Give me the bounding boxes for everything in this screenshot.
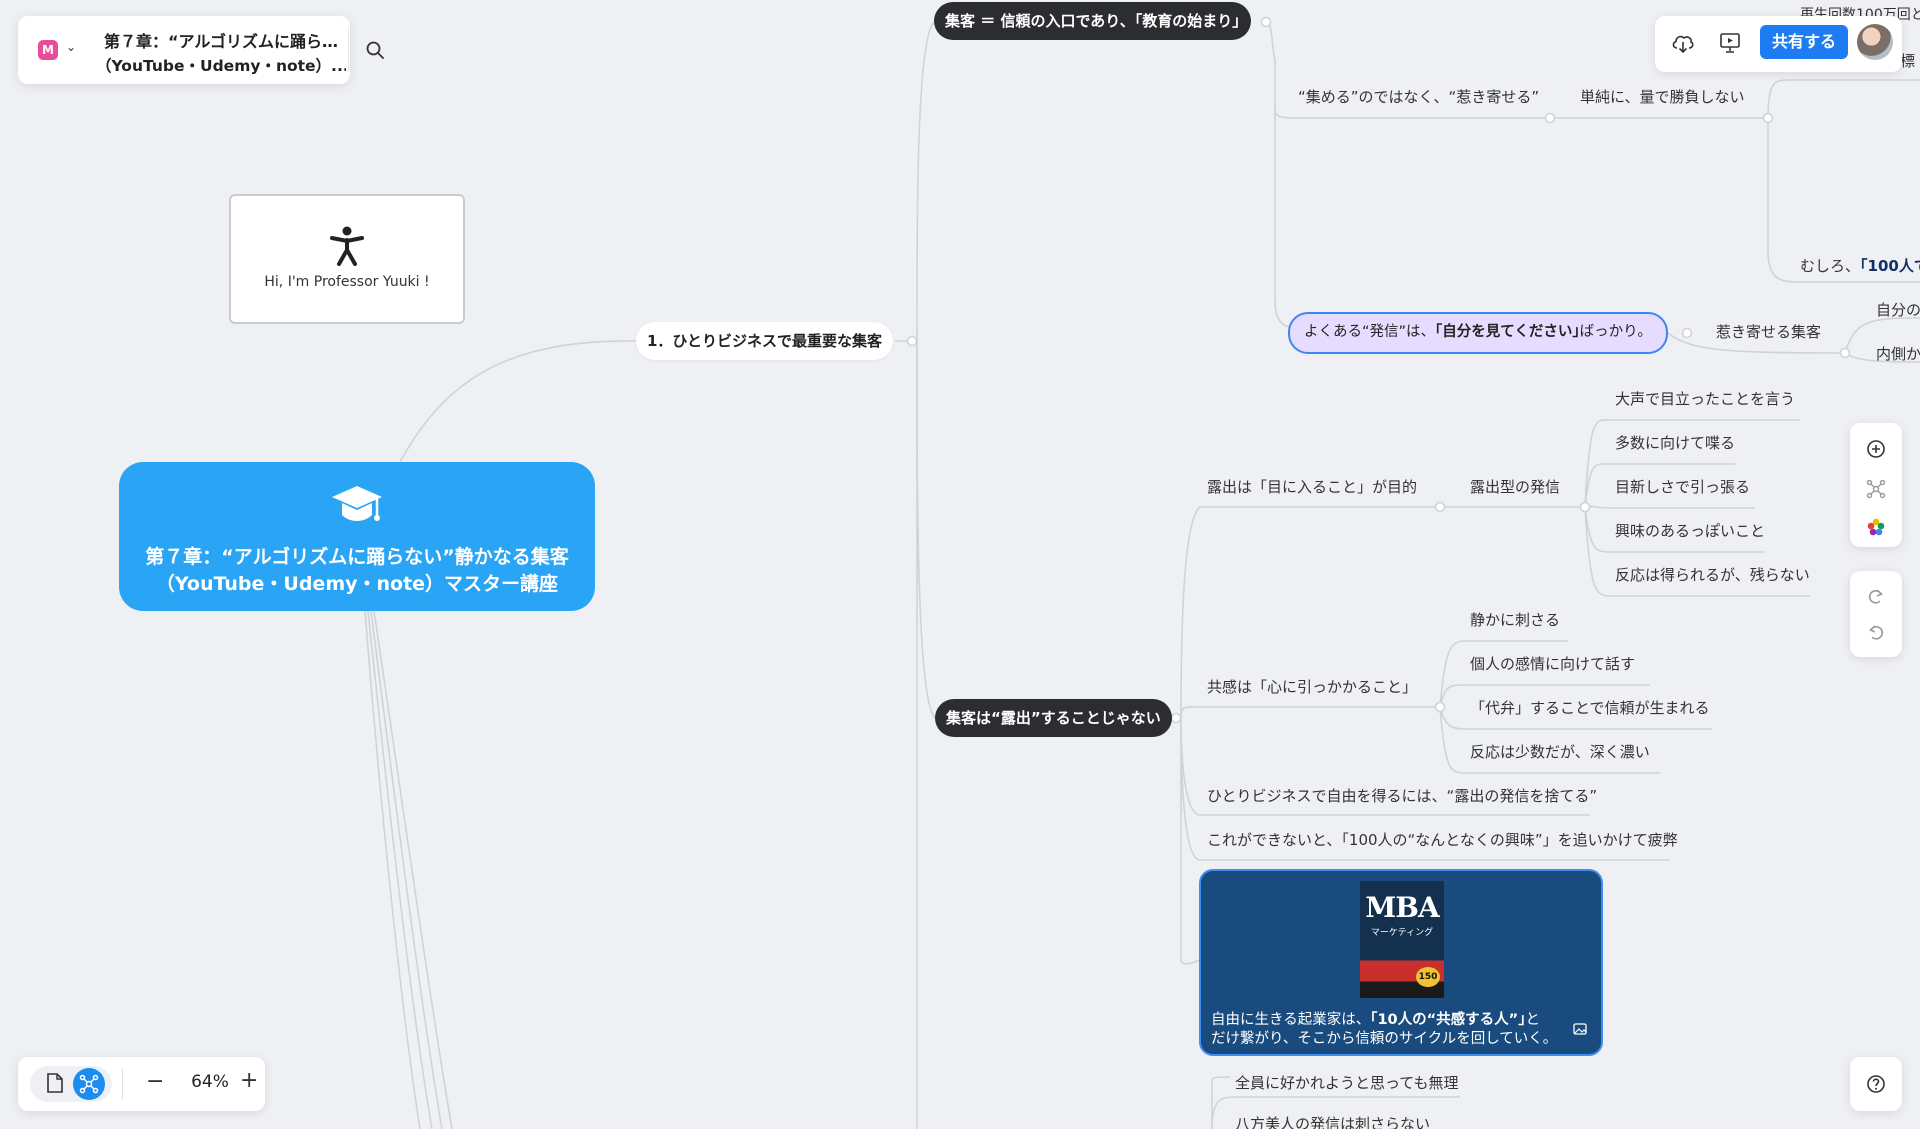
root-title-line2: （YouTube・Udemy・note）マスター講座 xyxy=(155,573,559,595)
professor-card-text: Hi, I'm Professor Yuuki ! xyxy=(264,274,430,290)
node-common-post-post: ばっかり。 xyxy=(1579,324,1652,340)
exposure-item[interactable]: 反応は得られるが、残らない xyxy=(1615,564,1810,585)
search-icon[interactable] xyxy=(365,40,385,60)
node-pull-not-push[interactable]: “集める”のではなく、“惹き寄せる” xyxy=(1298,86,1539,107)
document-title-line1: 第７章：“アルゴリズムに踊ら… xyxy=(103,32,339,51)
node-exposure[interactable]: 露出は「目に入ること」が目的 xyxy=(1207,476,1417,497)
node-not-volume[interactable]: 単純に、量で勝負しない xyxy=(1580,86,1745,107)
zoom-out-icon[interactable]: − xyxy=(146,1069,164,1094)
empathy-item[interactable]: 「代弁」することで信頼が生まれる xyxy=(1470,697,1710,718)
person-icon xyxy=(330,226,364,266)
zoom-in-icon[interactable]: + xyxy=(240,1068,258,1093)
topic-node-a[interactable]: 集客 ＝ 信頼の入口であり、｢教育の始まり｣ xyxy=(934,2,1251,40)
caption-post: と xyxy=(1525,1012,1540,1028)
image-icon[interactable] xyxy=(1573,1023,1587,1035)
graduation-cap-icon xyxy=(332,486,382,521)
caption-bold: ｢10人の“共感する人”｣ xyxy=(1370,1012,1526,1028)
node-empathy[interactable]: 共感は「心に引っかかること」 xyxy=(1207,676,1417,697)
add-circle-icon[interactable] xyxy=(1866,439,1886,459)
node-bottom-item[interactable]: 八方美人の発信は刺さらない xyxy=(1235,1113,1430,1129)
mindmap-canvas[interactable]: Hi, I'm Professor Yuuki ! 第７章：“アルゴリズムに踊ら… xyxy=(0,0,1920,1129)
topic-node-b-label: 集客は“露出”することじゃない xyxy=(946,709,1161,727)
document-title-bar[interactable]: M ⌄ 第７章：“アルゴリズムに踊ら… （YouTube・Udemy・note）… xyxy=(18,16,384,84)
document-title-line2: （YouTube・Udemy・note）... xyxy=(96,57,346,75)
image-caption-line2: だけ繋がり、そこから信頼のサイクルを回していく。 xyxy=(1211,1031,1558,1047)
chevron-down-icon[interactable]: ⌄ xyxy=(66,40,76,54)
topic-node-a-label: 集客 ＝ 信頼の入口であり、｢教育の始まり｣ xyxy=(945,12,1240,30)
node-common-post-bold: ｢自分を見てください｣ xyxy=(1435,324,1580,340)
color-palette-icon[interactable] xyxy=(1866,517,1886,537)
mindmap-icon[interactable] xyxy=(1866,479,1886,499)
node-rather-bold: 「100人で xyxy=(1860,257,1920,275)
topic-node-b[interactable]: 集客は“露出”することじゃない xyxy=(935,699,1172,737)
side-toolbar xyxy=(1850,423,1902,547)
zoom-level[interactable]: 64% xyxy=(172,1072,248,1092)
share-button[interactable]: 共有する xyxy=(1760,25,1848,59)
present-icon[interactable] xyxy=(1719,32,1741,54)
exposure-item[interactable]: 興味のあるっぽいこと xyxy=(1615,520,1765,541)
root-title-line1: 第７章：“アルゴリズムに踊らない”静かなる集客 xyxy=(145,546,569,568)
caption-pre: 自由に生きる起業家は、 xyxy=(1211,1012,1371,1028)
node-rather[interactable]: むしろ、「100人で xyxy=(1800,255,1920,276)
exposure-item[interactable]: 大声で目立ったことを言う xyxy=(1615,388,1795,409)
node-self-truncated[interactable]: 自分の xyxy=(1876,299,1920,320)
branch-node-1-label: 1．ひとりビジネスで最重要な集客 xyxy=(647,332,882,350)
empathy-item[interactable]: 反応は少数だが、深く濃い xyxy=(1470,741,1650,762)
cloud-download-icon[interactable] xyxy=(1671,32,1695,54)
node-free-line[interactable]: ひとりビジネスで自由を得るには、“露出の発信を捨てる” xyxy=(1207,785,1597,806)
node-exposure-type[interactable]: 露出型の発信 xyxy=(1470,476,1560,497)
book-cover-image: MBA マーケティング 150 xyxy=(1360,881,1444,998)
top-right-toolbar: 共有する xyxy=(1655,16,1902,72)
zoom-divider xyxy=(122,1069,123,1099)
image-note-card[interactable]: MBA マーケティング 150 自由に生きる起業家は、｢10人の“共感する人”｣… xyxy=(1199,869,1603,1056)
toolbar-divider xyxy=(348,28,349,72)
undo-icon[interactable] xyxy=(1867,623,1885,641)
mindmap-view-icon xyxy=(79,1074,99,1094)
help-icon xyxy=(1867,1075,1885,1093)
node-rather-text: むしろ、 xyxy=(1800,257,1861,275)
exposure-item[interactable]: 多数に向けて喋る xyxy=(1615,432,1735,453)
node-common-post-pre: よくある“発信”は、 xyxy=(1304,324,1436,340)
node-attract[interactable]: 惹き寄せる集客 xyxy=(1716,321,1821,342)
book-title: MBA xyxy=(1365,891,1439,924)
history-toolbar xyxy=(1850,571,1902,657)
root-node[interactable]: 第７章：“アルゴリズムに踊らない”静かなる集客 （YouTube・Udemy・n… xyxy=(119,462,595,611)
app-logo[interactable]: M xyxy=(38,40,58,60)
node-bottom-item[interactable]: 全員に好かれようと思っても無理 xyxy=(1235,1072,1459,1093)
help-button[interactable] xyxy=(1850,1057,1902,1111)
professor-card[interactable]: Hi, I'm Professor Yuuki ! xyxy=(229,194,465,324)
redo-icon[interactable] xyxy=(1867,587,1885,605)
mindmap-view-button[interactable] xyxy=(73,1068,105,1100)
branch-node-1[interactable]: 1．ひとりビジネスで最重要な集客 xyxy=(636,322,893,360)
zoom-bar: − 64% + xyxy=(18,1057,265,1111)
node-common-post[interactable]: よくある“発信”は、｢自分を見てください｣ばっかり。 xyxy=(1288,312,1668,354)
page-view-icon[interactable] xyxy=(46,1072,64,1094)
book-badge: 150 xyxy=(1416,967,1440,987)
empathy-item[interactable]: 個人の感情に向けて話す xyxy=(1470,653,1635,674)
exposure-item[interactable]: 目新しさで引っ張る xyxy=(1615,476,1750,497)
node-truncated-goal[interactable]: 標 xyxy=(1900,50,1915,71)
user-avatar[interactable] xyxy=(1857,24,1893,60)
image-caption-line1: 自由に生きる起業家は、｢10人の“共感する人”｣と xyxy=(1211,1008,1540,1029)
node-inner-truncated[interactable]: 内側か xyxy=(1876,343,1920,364)
book-subtitle: マーケティング xyxy=(1370,928,1434,938)
node-tired-line[interactable]: これができないと、「100人の“なんとなくの興味”」を追いかけて疲弊 xyxy=(1207,829,1678,850)
empathy-item[interactable]: 静かに刺さる xyxy=(1470,609,1560,630)
